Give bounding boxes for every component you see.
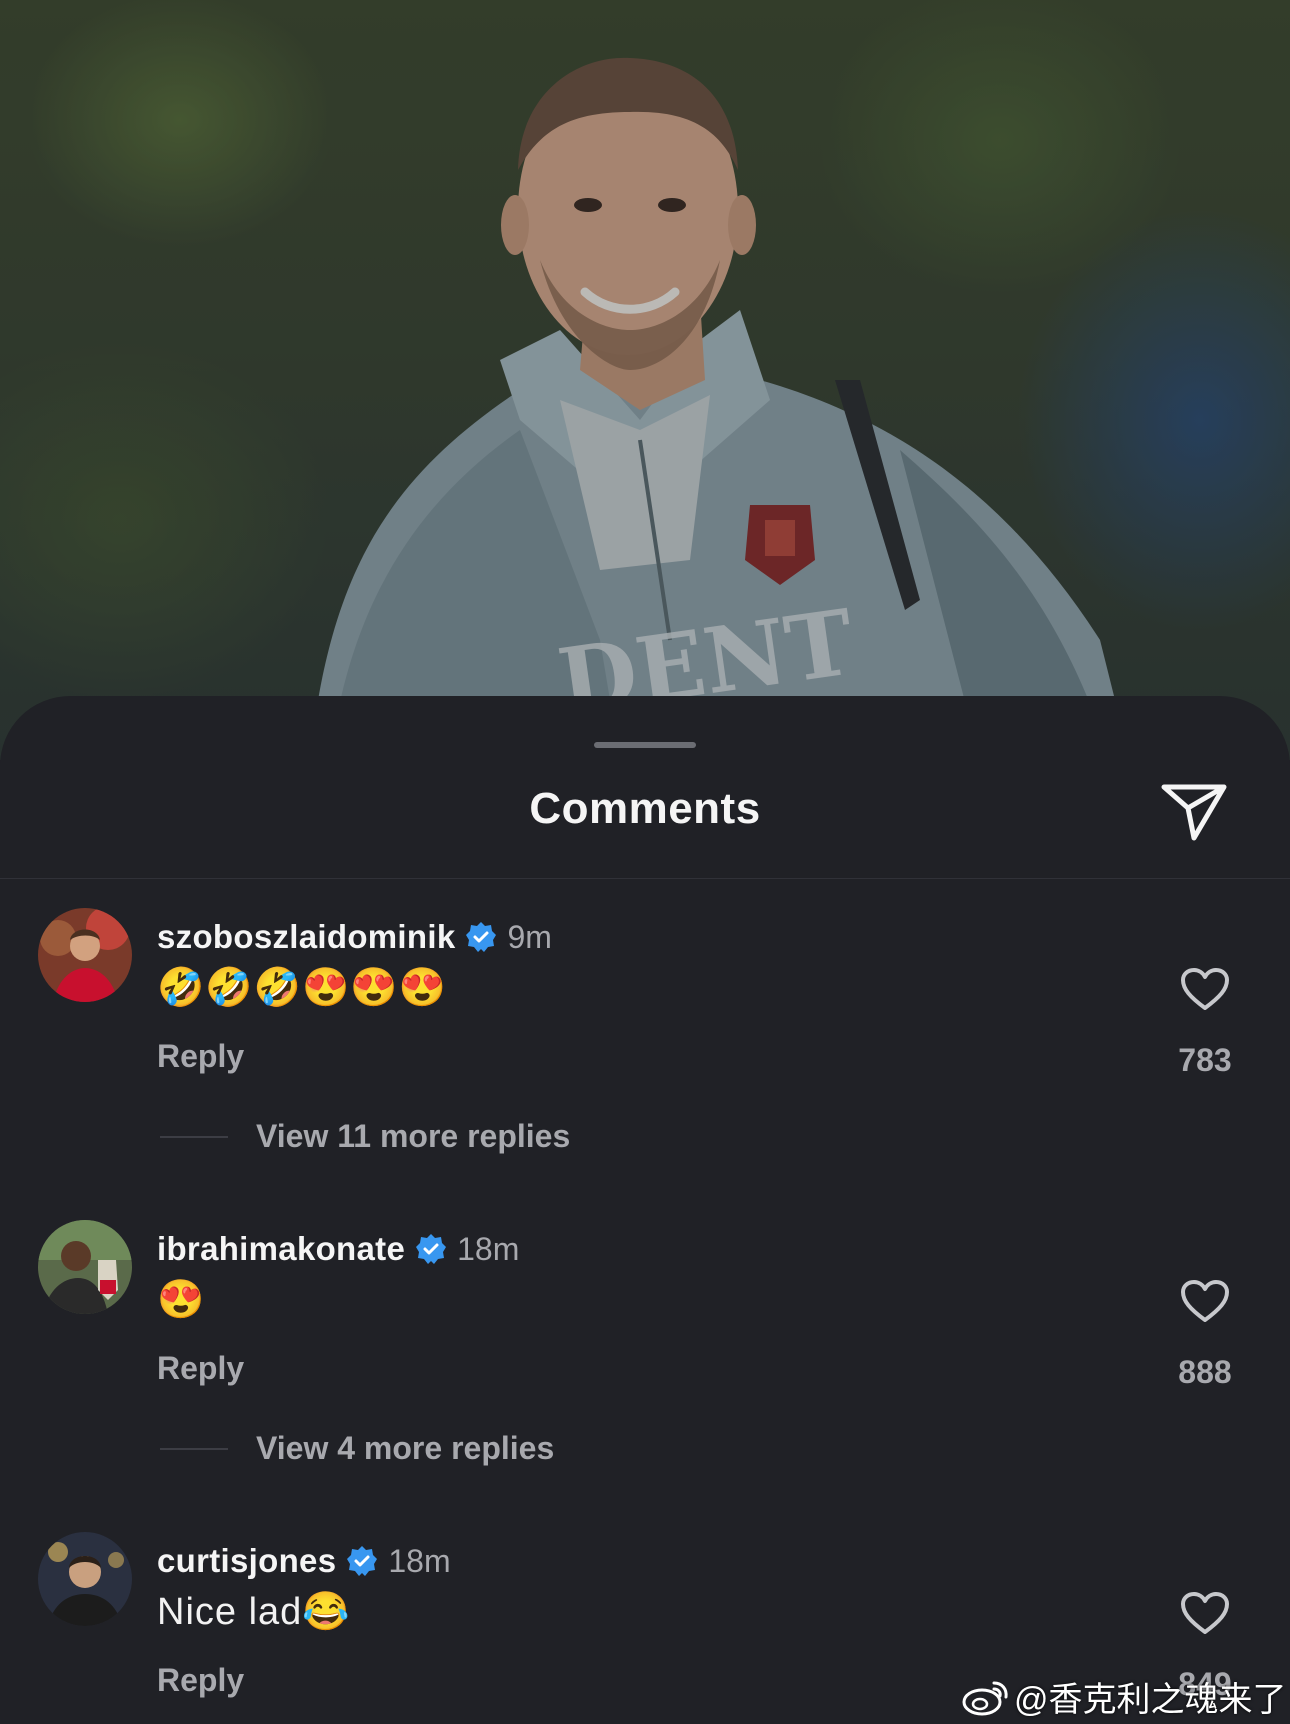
- comments-sheet: Comments szoboszlaidominik 9m 🤣🤣🤣😍😍😍 Rep…: [0, 696, 1290, 1724]
- reply-button[interactable]: Reply: [157, 1662, 244, 1699]
- like-count: 783: [1178, 1042, 1232, 1078]
- watermark: @香克利之魂来了: [960, 1672, 1287, 1721]
- view-replies-label: View 11 more replies: [256, 1118, 571, 1154]
- reply-button[interactable]: Reply: [157, 1350, 244, 1387]
- heart-icon: [1181, 968, 1229, 1010]
- verified-badge-icon: [346, 1545, 378, 1577]
- like-count: 888: [1178, 1354, 1232, 1390]
- heart-icon: [1181, 1592, 1229, 1634]
- header-divider: [0, 878, 1290, 879]
- like-button[interactable]: [1178, 964, 1232, 1014]
- view-replies-label: View 4 more replies: [256, 1430, 555, 1466]
- sheet-title: Comments: [529, 784, 761, 833]
- thread-line: [160, 1447, 228, 1450]
- verified-badge-icon: [465, 921, 497, 953]
- weibo-logo-icon: [962, 1681, 1008, 1715]
- view-replies-button[interactable]: View 11 more replies: [160, 1118, 570, 1155]
- avatar[interactable]: [38, 1532, 132, 1626]
- like-button[interactable]: [1178, 1588, 1232, 1638]
- comment-text: Nice lad😂: [157, 1591, 351, 1633]
- thread-line: [160, 1135, 228, 1138]
- view-replies-button[interactable]: View 4 more replies: [160, 1430, 554, 1467]
- username[interactable]: ibrahimakonate: [157, 1230, 405, 1268]
- photo-overlay: [0, 0, 1290, 760]
- post-photo: DENT: [0, 0, 1290, 760]
- watermark-text: @香克利之魂来了: [1014, 1681, 1287, 1719]
- avatar-image: [38, 1532, 132, 1626]
- avatar[interactable]: [38, 1220, 132, 1314]
- comment-meta: szoboszlaidominik 9m: [157, 914, 552, 960]
- avatar-image: [38, 1220, 132, 1314]
- comment-text: 🤣🤣🤣😍😍😍: [157, 967, 447, 1009]
- avatar[interactable]: [38, 908, 132, 1002]
- comment-meta: ibrahimakonate 18m: [157, 1226, 519, 1272]
- heart-icon: [1181, 1280, 1229, 1322]
- username[interactable]: curtisjones: [157, 1542, 336, 1580]
- comment-time: 18m: [388, 1542, 451, 1579]
- drag-handle[interactable]: [594, 742, 696, 748]
- verified-badge-icon: [415, 1233, 447, 1265]
- comment-meta: curtisjones 18m: [157, 1538, 451, 1584]
- comment-text: 😍: [157, 1279, 206, 1321]
- share-button[interactable]: [1158, 776, 1230, 848]
- like-button[interactable]: [1178, 1276, 1232, 1326]
- screen: DENT Comments szoboszlaidominik 9m 🤣🤣🤣😍😍…: [0, 0, 1290, 1724]
- paper-plane-icon: [1161, 784, 1227, 841]
- avatar-image: [38, 908, 132, 1002]
- username[interactable]: szoboszlaidominik: [157, 918, 455, 956]
- comment-time: 9m: [507, 918, 552, 955]
- reply-button[interactable]: Reply: [157, 1038, 244, 1075]
- comment-time: 18m: [457, 1230, 520, 1267]
